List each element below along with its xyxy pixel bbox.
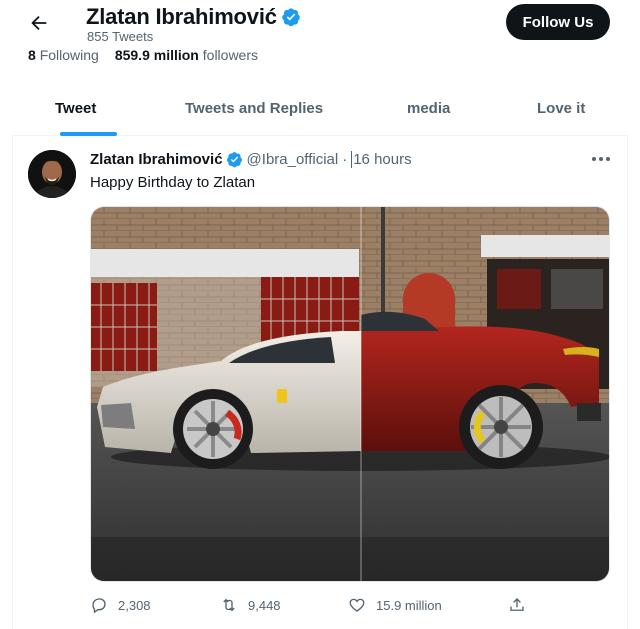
share-icon [510, 598, 524, 611]
arrow-left-icon[interactable] [28, 12, 50, 34]
tweet-author[interactable]: Zlatan Ibrahimović [90, 151, 223, 168]
tab-tweet[interactable]: Tweet [55, 100, 96, 117]
follow-button[interactable]: Follow Us [506, 4, 610, 40]
tweet-time[interactable]: 16 hours [351, 151, 412, 168]
share-action[interactable] [508, 596, 526, 614]
retweet-icon [223, 598, 235, 612]
following-link[interactable]: 8 Following [28, 47, 99, 63]
tab-media[interactable]: media [407, 100, 450, 117]
followers-count: 859.9 million [114, 47, 199, 63]
more-horizontal-icon[interactable] [590, 152, 612, 166]
tweet-handle[interactable]: @Ibra_official [247, 151, 339, 168]
reply-icon [92, 598, 106, 614]
profile-header: Zlatan Ibrahimović 855 Tweets 8 Followin… [0, 0, 640, 72]
followers-link[interactable]: 859.9 million followers [115, 47, 258, 63]
tab-tweets-and-replies[interactable]: Tweets and Replies [185, 100, 323, 117]
verified-badge-icon [282, 8, 300, 27]
profile-name: Zlatan Ibrahimović [86, 4, 301, 30]
heart-icon [349, 598, 365, 612]
tweet-header: Zlatan Ibrahimović @Ibra_official · 16 h… [90, 151, 412, 168]
tweet-text: Happy Birthday to Zlatan [90, 174, 256, 191]
following-label: Following [39, 47, 99, 63]
like-count: 15.9 million [376, 597, 442, 613]
followers-label: followers [202, 47, 259, 63]
tweet-count: 855 Tweets [87, 29, 154, 44]
like-action[interactable]: 15.9 million [348, 596, 442, 614]
tab-love-it[interactable]: Love it [537, 100, 585, 117]
following-count: 8 [28, 47, 36, 63]
retweet-count: 9,448 [248, 597, 281, 613]
follow-stats: 8 Following 859.9 million followers [28, 47, 258, 63]
tweet-media-image[interactable] [90, 206, 610, 582]
reply-count: 2,308 [118, 597, 151, 613]
avatar-photo [28, 150, 76, 198]
tweet-separator: · [342, 151, 348, 168]
verified-badge-icon [226, 152, 242, 168]
profile-tabs: Tweet Tweets and Replies media Love it [12, 84, 628, 136]
reply-action[interactable]: 2,308 [90, 596, 151, 614]
profile-display-name: Zlatan Ibrahimović [86, 4, 277, 29]
retweet-action[interactable]: 9,448 [220, 596, 281, 614]
avatar[interactable] [28, 150, 76, 198]
ferrari-photo [91, 207, 609, 581]
